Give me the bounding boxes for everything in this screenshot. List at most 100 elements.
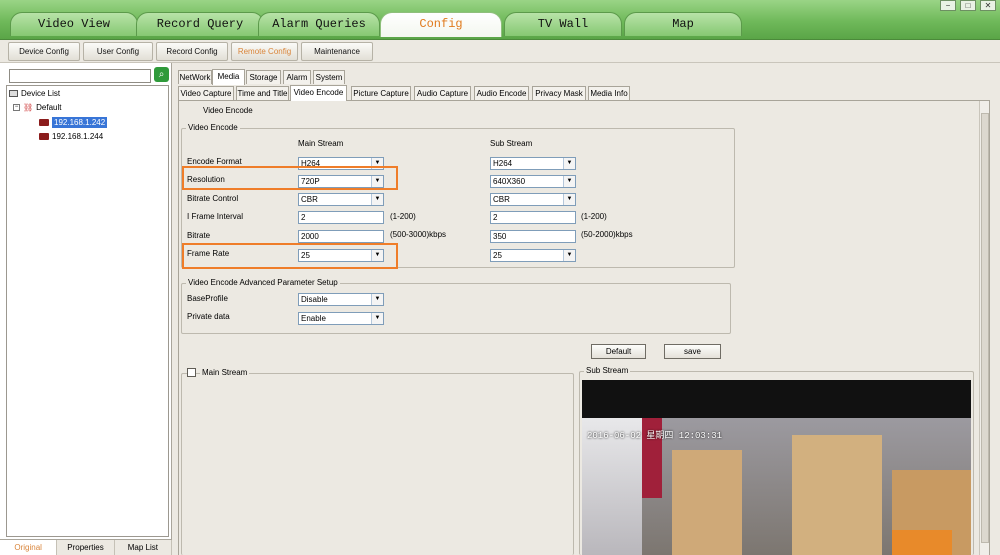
tab-network[interactable]: NetWork xyxy=(178,70,212,84)
select-value: 640X360 xyxy=(493,177,526,186)
select-value: Disable xyxy=(301,295,328,304)
remote-config-button[interactable]: Remote Config xyxy=(231,42,298,61)
tab-config-management[interactable]: Config Management xyxy=(380,12,502,54)
device-node-244[interactable]: 192.168.1.244 xyxy=(39,132,103,141)
select-value: Enable xyxy=(301,314,326,323)
sub-stream-header: Sub Stream xyxy=(490,139,533,148)
default-button[interactable]: Default xyxy=(591,344,646,359)
collapse-icon[interactable]: − xyxy=(13,104,20,111)
device-label: 192.168.1.244 xyxy=(52,132,104,141)
select-value: CBR xyxy=(493,195,510,204)
sub-resolution-select[interactable]: 640X360 ▼ xyxy=(490,175,576,188)
device-search-input[interactable] xyxy=(9,69,151,83)
select-value: H264 xyxy=(493,159,513,168)
chevron-down-icon: ▼ xyxy=(563,194,575,205)
i-frame-interval-label: I Frame Interval xyxy=(187,212,244,221)
main-menu-bar: Video View Record Query Alarm Queries Co… xyxy=(0,0,1000,54)
group-title: Video Encode Advanced Parameter Setup xyxy=(186,278,340,287)
tab-original[interactable]: Original xyxy=(0,540,58,555)
group-icon: ⛓ xyxy=(23,103,34,112)
bitrate-label: Bitrate xyxy=(187,231,211,240)
sub-i-frame-interval-input[interactable]: 2 xyxy=(490,211,576,224)
scrollbar-thumb[interactable] xyxy=(981,113,989,543)
tab-video-view[interactable]: Video View xyxy=(10,12,138,36)
save-button[interactable]: save xyxy=(664,344,721,359)
panel-title: Video Encode xyxy=(203,106,253,115)
tab-tv-wall[interactable]: TV Wall xyxy=(504,12,622,36)
maximize-button[interactable]: □ xyxy=(960,0,976,11)
device-config-button[interactable]: Device Config xyxy=(8,42,80,61)
tab-media[interactable]: Media xyxy=(212,69,245,85)
video-box xyxy=(672,450,742,555)
chevron-down-icon: ▼ xyxy=(371,250,383,261)
tab-audio-capture[interactable]: Audio Capture xyxy=(414,86,471,100)
video-osd-timestamp: 2016-06-02 星期四 12:03:31 xyxy=(587,431,723,441)
tab-properties[interactable]: Properties xyxy=(57,540,115,555)
tab-storage[interactable]: Storage xyxy=(246,70,281,84)
chevron-down-icon: ▼ xyxy=(371,194,383,205)
device-tree: Device List − ⛓ Default 192.168.1.242 19… xyxy=(6,85,169,537)
minimize-button[interactable]: − xyxy=(940,0,956,11)
sub-bitrate-control-select[interactable]: CBR ▼ xyxy=(490,193,576,206)
encode-format-label: Encode Format xyxy=(187,157,242,166)
tab-media-info[interactable]: Media Info xyxy=(588,86,630,100)
tab-map-list[interactable]: Map List xyxy=(115,540,172,555)
bitrate-control-label: Bitrate Control xyxy=(187,194,239,203)
tab-audio-encode[interactable]: Audio Encode xyxy=(474,86,529,100)
tab-time-and-title[interactable]: Time and Title xyxy=(236,86,289,100)
main-bitrate-input[interactable]: 2000 xyxy=(298,230,384,243)
list-icon xyxy=(9,90,18,97)
base-profile-label: BaseProfile xyxy=(187,294,228,303)
tab-system[interactable]: System xyxy=(313,70,345,84)
group-label: Default xyxy=(36,103,62,112)
sub-encode-format-select[interactable]: H264 ▼ xyxy=(490,157,576,170)
device-panel: ⌕ Device List − ⛓ Default 192.168.1.242 … xyxy=(0,63,172,555)
device-list-node[interactable]: Device List xyxy=(9,89,60,98)
left-tabs: Original Properties Map List xyxy=(0,539,172,555)
record-config-button[interactable]: Record Config xyxy=(156,42,228,61)
private-data-select[interactable]: Enable ▼ xyxy=(298,312,384,325)
tab-video-encode[interactable]: Video Encode xyxy=(290,85,347,101)
private-data-label: Private data xyxy=(187,312,230,321)
sub-stream-label: Sub Stream xyxy=(584,366,631,375)
group-node-default[interactable]: − ⛓ Default xyxy=(13,103,62,112)
resolution-label: Resolution xyxy=(187,175,225,184)
device-node-242[interactable]: 192.168.1.242 xyxy=(39,117,108,128)
main-stream-header: Main Stream xyxy=(298,139,344,148)
main-bitrate-control-select[interactable]: CBR ▼ xyxy=(298,193,384,206)
select-value: 25 xyxy=(301,251,310,260)
device-label: 192.168.1.242 xyxy=(52,117,108,128)
video-header-band xyxy=(582,380,971,418)
video-object xyxy=(892,530,952,555)
sub-nav-bar: Device Config User Config Record Config … xyxy=(0,40,1000,63)
camera-icon xyxy=(39,119,49,126)
tab-video-capture[interactable]: Video Capture xyxy=(178,86,234,100)
user-config-button[interactable]: User Config xyxy=(83,42,153,61)
tab-alarm-queries[interactable]: Alarm Queries xyxy=(258,12,380,36)
chevron-down-icon: ▼ xyxy=(563,158,575,169)
base-profile-select[interactable]: Disable ▼ xyxy=(298,293,384,306)
sub-stream-video[interactable]: 2016-06-02 星期四 12:03:31 xyxy=(582,380,971,555)
main-i-frame-interval-input[interactable]: 2 xyxy=(298,211,384,224)
tab-picture-capture[interactable]: Picture Capture xyxy=(351,86,411,100)
search-icon[interactable]: ⌕ xyxy=(154,67,169,82)
tab-record-query[interactable]: Record Query xyxy=(136,12,264,36)
main-frame-rate-select[interactable]: 25 ▼ xyxy=(298,249,384,262)
sub-bitrate-input[interactable]: 350 xyxy=(490,230,576,243)
main-stream-checkbox[interactable] xyxy=(187,368,196,377)
chevron-down-icon: ▼ xyxy=(371,313,383,324)
sub-bitrate-hint: (50-2000)kbps xyxy=(581,230,633,239)
tab-privacy-mask[interactable]: Privacy Mask xyxy=(532,86,586,100)
window-controls: − □ ✕ xyxy=(940,0,996,11)
main-bitrate-hint: (500-3000)kbps xyxy=(390,230,447,239)
close-button[interactable]: ✕ xyxy=(980,0,996,11)
main-resolution-select[interactable]: 720P ▼ xyxy=(298,175,384,188)
tab-map[interactable]: Map xyxy=(624,12,742,36)
tab-alarm[interactable]: Alarm xyxy=(283,70,311,84)
maintenance-button[interactable]: Maintenance xyxy=(301,42,373,61)
camera-icon xyxy=(39,133,49,140)
sub-frame-rate-select[interactable]: 25 ▼ xyxy=(490,249,576,262)
scrollbar[interactable] xyxy=(979,101,989,555)
sub-i-frame-hint: (1-200) xyxy=(581,212,607,221)
main-stream-label: Main Stream xyxy=(200,368,250,377)
